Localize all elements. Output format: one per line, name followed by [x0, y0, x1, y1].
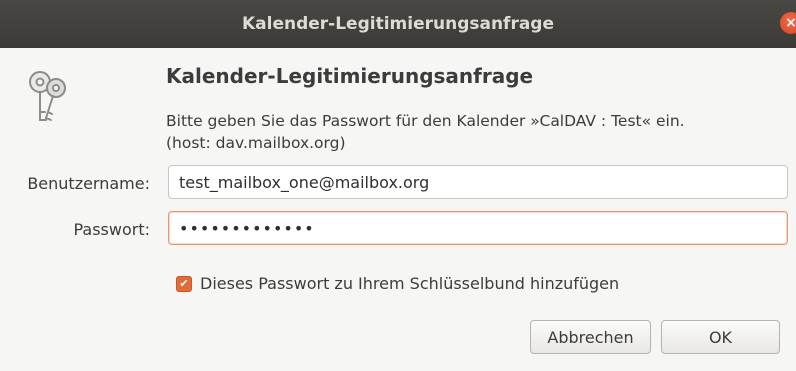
keys-icon [29, 71, 66, 121]
password-label: Passwort: [73, 220, 150, 239]
remember-password-option[interactable]: ✔ Dieses Passwort zu Ihrem Schlüsselbund… [176, 274, 619, 293]
dialog-description: Bitte geben Sie das Passwort für den Kal… [166, 110, 685, 154]
description-line-2: (host: dav.mailbox.org) [166, 134, 346, 152]
close-button[interactable]: × [780, 12, 796, 34]
cancel-button[interactable]: Abbrechen [530, 320, 651, 354]
title-bar[interactable]: Kalender-Legitimierungsanfrage × [0, 0, 796, 48]
description-line-1: Bitte geben Sie das Passwort für den Kal… [166, 112, 685, 130]
auth-dialog-window: Kalender-Legitimierungsanfrage × Kalende… [0, 0, 796, 371]
cancel-button-label: Abbrechen [547, 327, 634, 347]
username-label: Benutzername: [27, 174, 150, 193]
close-icon: × [785, 15, 796, 31]
ok-button[interactable]: OK [661, 320, 780, 354]
dialog-heading: Kalender-Legitimierungsanfrage [166, 64, 534, 88]
username-field[interactable] [168, 165, 788, 199]
window-title: Kalender-Legitimierungsanfrage [241, 14, 555, 34]
checkmark-icon: ✔ [179, 276, 189, 290]
ok-button-label: OK [708, 327, 733, 347]
dialog-body: Kalender-Legitimierungsanfrage Bitte geb… [0, 48, 796, 371]
remember-password-label[interactable]: Dieses Passwort zu Ihrem Schlüsselbund h… [200, 274, 619, 293]
remember-password-checkbox[interactable]: ✔ [176, 275, 192, 292]
password-field[interactable] [168, 211, 788, 245]
